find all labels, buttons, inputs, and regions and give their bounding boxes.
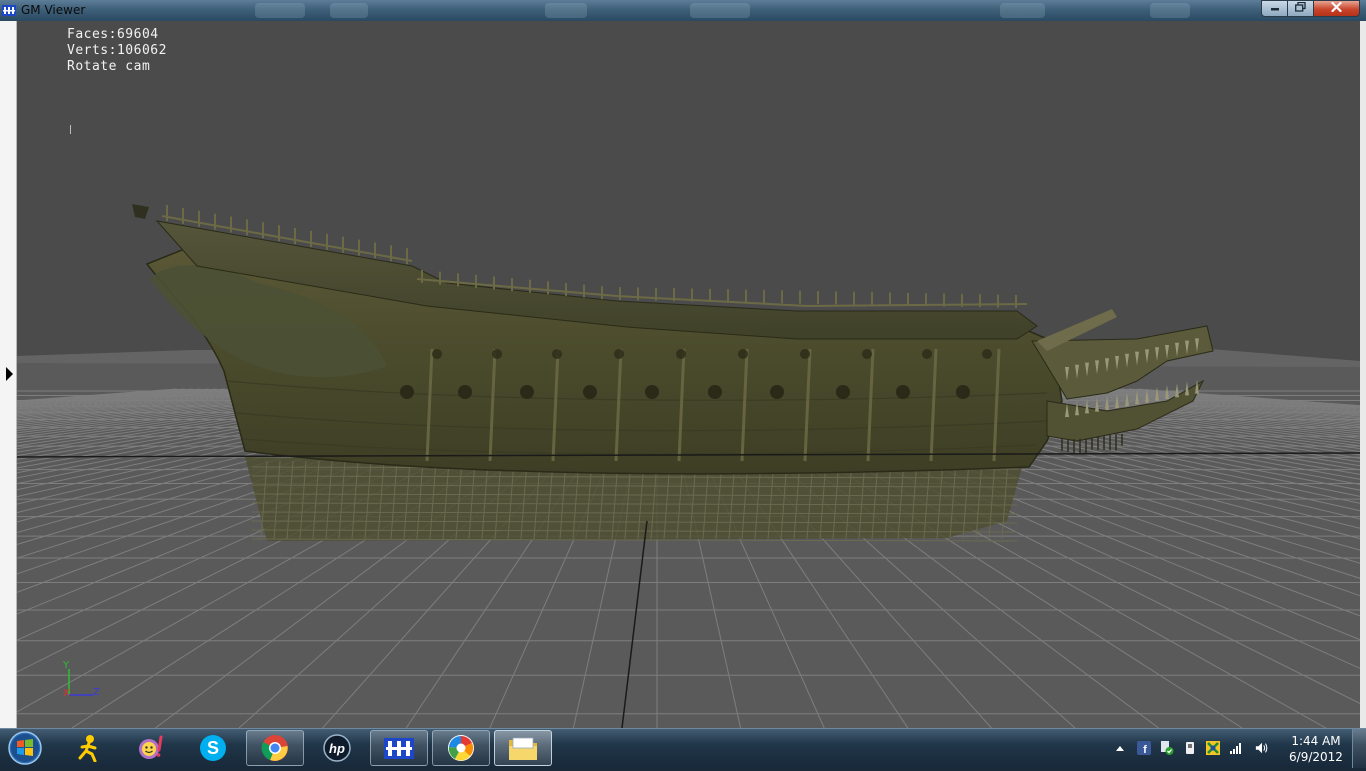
windows-start-orb xyxy=(8,731,42,765)
gm-viewer-icon xyxy=(384,738,414,759)
start-button[interactable] xyxy=(4,729,46,767)
signal-bars-icon[interactable] xyxy=(1229,741,1243,755)
axis-y-label: Y xyxy=(63,660,70,671)
gun-port xyxy=(956,385,970,399)
minimize-button[interactable] xyxy=(1261,0,1288,17)
gun-port xyxy=(614,349,624,359)
device-icon[interactable] xyxy=(1183,741,1197,755)
svg-text:f: f xyxy=(1143,744,1147,755)
picasa-icon xyxy=(448,735,474,761)
gun-port xyxy=(676,349,686,359)
taskbar: S hp f 1:44 AM 6/9/2012 xyxy=(0,728,1366,768)
show-hidden-icons-arrow[interactable] xyxy=(1113,741,1127,755)
aim-running-man-icon xyxy=(78,735,97,762)
3d-viewport[interactable]: Faces:69604 Verts:106062 Rotate cam Y X … xyxy=(17,21,1360,728)
gun-port xyxy=(520,385,534,399)
window-title: GM Viewer xyxy=(21,3,86,17)
gun-port xyxy=(492,349,502,359)
window-right-border xyxy=(1360,21,1366,728)
gun-port xyxy=(738,349,748,359)
gun-port xyxy=(583,385,597,399)
system-tray: f xyxy=(1110,729,1310,767)
taskbar-item-gm-viewer[interactable] xyxy=(370,730,428,766)
windows-explorer-icon xyxy=(509,737,537,760)
security-check-icon[interactable] xyxy=(1160,741,1174,755)
gun-port xyxy=(552,349,562,359)
chrome-icon xyxy=(261,735,288,761)
clock-time[interactable]: 1:44 AM xyxy=(1286,734,1346,748)
network-flag-icon[interactable] xyxy=(1206,741,1220,755)
gun-port xyxy=(862,349,872,359)
gun-port xyxy=(836,385,850,399)
skype-icon: S xyxy=(200,735,226,761)
gun-port xyxy=(432,349,442,359)
taskbar-item-hp[interactable]: hp xyxy=(308,730,366,766)
svg-text:S: S xyxy=(207,738,219,758)
taskbar-item-skype[interactable]: S xyxy=(184,730,242,766)
title-bar-decoration xyxy=(255,3,305,18)
close-button[interactable] xyxy=(1313,0,1360,17)
gun-port xyxy=(800,349,810,359)
messenger-smiley-icon xyxy=(139,735,163,759)
title-bar-decoration xyxy=(1000,3,1045,18)
taskbar-item-aim[interactable] xyxy=(60,730,118,766)
title-bar-decoration xyxy=(1150,3,1190,18)
gun-port xyxy=(708,385,722,399)
faces-count-label: Faces:69604 xyxy=(67,27,159,42)
maximize-button[interactable] xyxy=(1287,0,1314,17)
viewport-scene xyxy=(17,21,1360,728)
volume-icon[interactable] xyxy=(1255,741,1269,755)
clock-date[interactable]: 6/9/2012 xyxy=(1286,750,1346,764)
gun-port xyxy=(896,385,910,399)
gm-viewer-app-icon[interactable] xyxy=(2,3,16,17)
gun-port xyxy=(922,349,932,359)
facebook-icon[interactable]: f xyxy=(1137,741,1151,755)
hp-icon: hp xyxy=(323,734,351,762)
verts-count-label: Verts:106062 xyxy=(67,43,167,58)
gun-port xyxy=(400,385,414,399)
gun-port xyxy=(982,349,992,359)
title-bar-decoration xyxy=(690,3,750,18)
taskbar-item-chrome[interactable] xyxy=(246,730,304,766)
axis-z-label: Z xyxy=(93,687,100,698)
camera-mode-label: Rotate cam xyxy=(67,59,151,74)
gun-port xyxy=(645,385,659,399)
title-bar-decoration xyxy=(545,3,587,18)
restore-icon xyxy=(1295,1,1306,15)
gun-port xyxy=(458,385,472,399)
taskbar-item-windows-explorer[interactable] xyxy=(494,730,552,766)
taskbar-item-messenger[interactable] xyxy=(122,730,180,766)
text-cursor-icon xyxy=(70,125,71,134)
title-bar-decoration xyxy=(330,3,368,18)
window-title-bar[interactable]: GM Viewer xyxy=(0,0,1366,21)
taskbar-item-picasa[interactable] xyxy=(432,730,490,766)
minimize-icon xyxy=(1270,2,1280,15)
svg-text:hp: hp xyxy=(329,741,345,756)
show-desktop-button[interactable] xyxy=(1352,729,1366,768)
axis-x-label: X xyxy=(63,688,70,699)
gun-port xyxy=(770,385,784,399)
expand-panel-arrow-icon[interactable] xyxy=(6,367,13,381)
close-icon xyxy=(1331,1,1342,15)
